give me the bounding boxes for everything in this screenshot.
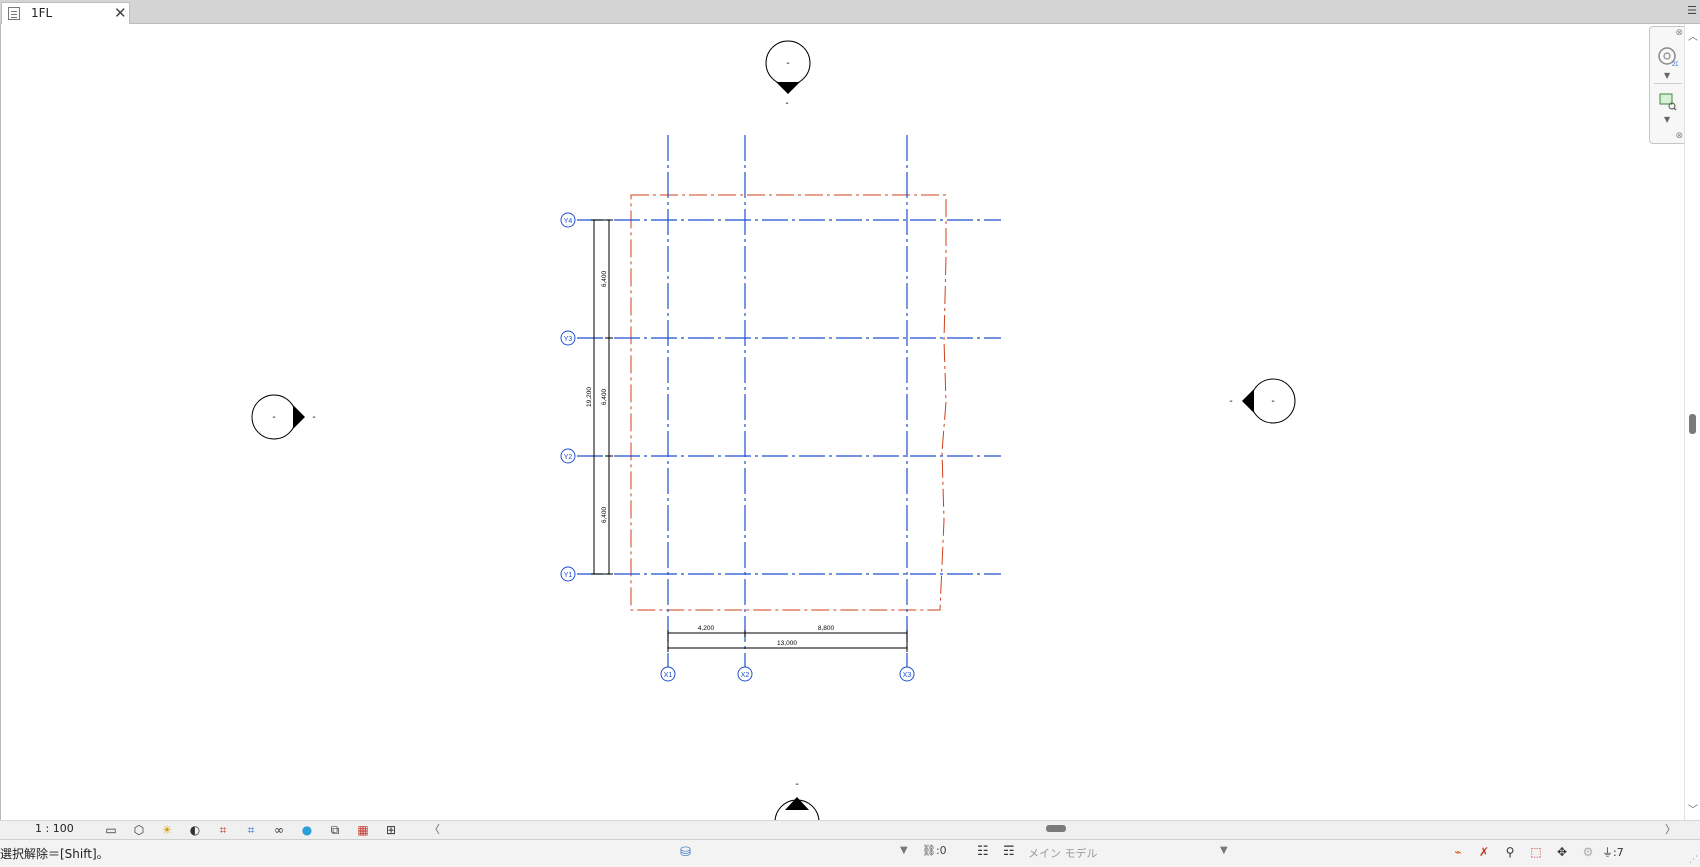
select-by-face-icon[interactable]: ⬚ — [1526, 843, 1546, 861]
scroll-right-icon[interactable]: 〉 — [1665, 821, 1676, 837]
grid-label-y3: Y3 — [564, 336, 573, 343]
vertical-scroll-thumb[interactable] — [1689, 414, 1696, 434]
status-bar: 選択解除＝[Shift]。 ⛁ ▼ ⛓:0 ☷ ☶ メイン モデル ▼ ⌁ ✗ … — [0, 839, 1700, 867]
scroll-left-icon[interactable]: 〈 — [429, 821, 440, 837]
grid-bubble-x1[interactable]: X1 — [660, 666, 676, 682]
dim-x-seg-1: 4,200 — [698, 625, 715, 632]
view-tab-1fl[interactable]: 1FL ✕ — [1, 2, 130, 24]
drag-elements-icon[interactable]: ✥ — [1552, 843, 1572, 861]
workset-dropdown-icon[interactable]: ▼ — [900, 845, 908, 856]
elev-north-label: - — [786, 58, 789, 69]
vertical-scrollbar[interactable]: ︿ ﹀ — [1684, 24, 1700, 822]
detail-level-icon[interactable]: ▭ — [100, 821, 122, 839]
filter-count: :7 — [1613, 846, 1624, 859]
elevation-marker-south[interactable]: - — [774, 779, 820, 822]
background-process-icon: ⚙ — [1582, 845, 1594, 859]
analytical-model-icon[interactable]: ▦ — [352, 821, 374, 839]
elev-west-sheet: - — [312, 412, 315, 423]
visual-style-icon[interactable]: ⬡ — [128, 821, 150, 839]
horizontal-scrollbar[interactable]: 〈 〉 — [425, 820, 1680, 838]
scroll-down-icon[interactable]: ﹀ — [1688, 801, 1698, 816]
view-tab-bar: 1FL ✕ ☰ — [0, 0, 1700, 24]
drawing-area[interactable]: Y4 Y3 Y2 Y1 X1 X2 X3 6,400 6,400 6,400 1… — [0, 24, 1700, 822]
elevation-marker-east[interactable]: - - — [1229, 378, 1296, 424]
select-underlay-icon[interactable]: ✗ — [1474, 843, 1494, 861]
worksharing-icon[interactable]: ⛁ — [680, 845, 691, 860]
grid-label-y4: Y4 — [564, 218, 573, 225]
crop-region-visibility-icon[interactable]: ⌗ — [240, 821, 262, 839]
design-options-icon[interactable]: ☷ — [977, 844, 989, 859]
elev-east-label: - — [1271, 396, 1274, 407]
dimension-horizontal[interactable]: 4,200 8,800 13,000 — [667, 625, 908, 652]
grid-bubble-y2[interactable]: Y2 — [560, 448, 576, 464]
crop-region[interactable] — [630, 194, 947, 611]
filter-icon[interactable]: ⏚:7 — [1602, 844, 1624, 860]
temporary-hide-icon[interactable]: ∞ — [268, 821, 290, 839]
elev-west-label: - — [272, 412, 275, 423]
grid-label-x1: X1 — [664, 672, 673, 679]
dim-y-seg-1: 6,400 — [601, 270, 608, 287]
temporary-view-properties-icon[interactable]: ⧉ — [324, 821, 346, 839]
select-links-icon[interactable]: ⌁ — [1448, 843, 1468, 861]
dimension-vertical[interactable]: 6,400 6,400 6,400 19,200 — [586, 219, 613, 575]
link-count: :0 — [935, 844, 947, 857]
crop-view-icon[interactable]: ⌗ — [212, 821, 234, 839]
dim-y-seg-3: 6,400 — [601, 506, 608, 523]
sun-path-icon[interactable]: ☀ — [156, 821, 178, 839]
zoom-dropdown-icon[interactable]: ▼ — [1664, 115, 1670, 124]
grid-label-x3: X3 — [903, 672, 912, 679]
close-icon[interactable]: ✕ — [114, 4, 127, 22]
grid-label-y2: Y2 — [564, 454, 573, 461]
navbar-options-icon[interactable]: ⊗ — [1675, 131, 1683, 141]
constraints-icon[interactable]: ⊞ — [380, 821, 402, 839]
shadows-icon[interactable]: ◐ — [184, 821, 206, 839]
wheel-dropdown-icon[interactable]: ▼ — [1664, 71, 1670, 80]
floor-plan-icon — [8, 7, 20, 20]
navbar-divider — [1654, 83, 1682, 84]
resize-grip-icon: ⋰ — [1689, 855, 1698, 865]
zoom-region-icon[interactable] — [1659, 93, 1677, 111]
status-message: 選択解除＝[Shift]。 — [0, 847, 109, 861]
reveal-hidden-icon[interactable]: ● — [296, 821, 318, 839]
dim-x-seg-2: 8,800 — [818, 625, 835, 632]
grid-bubble-x2[interactable]: X2 — [737, 666, 753, 682]
elevation-marker-north[interactable]: - - — [765, 40, 811, 109]
grid-label-y1: Y1 — [564, 572, 573, 579]
design-option-dropdown-icon[interactable]: ▼ — [1220, 845, 1228, 856]
tab-label: 1FL — [31, 6, 53, 20]
dim-y-total: 19,200 — [586, 387, 593, 407]
scroll-up-icon[interactable]: ︿ — [1688, 28, 1698, 43]
horizontal-scroll-thumb[interactable] — [1046, 825, 1066, 832]
tab-menu-icon[interactable]: ☰ — [1687, 4, 1697, 17]
view-scale[interactable]: 1 : 100 — [35, 822, 74, 835]
floor-plan-drawing: Y4 Y3 Y2 Y1 X1 X2 X3 6,400 6,400 6,400 1… — [251, 40, 1296, 822]
navbar-close-icon[interactable]: ⊗ — [1675, 28, 1683, 38]
grid-bubble-y3[interactable]: Y3 — [560, 330, 576, 346]
elev-south-sheet: - — [795, 779, 798, 790]
navigation-bar: ⊗ 2D ▼ ▼ ⊗ — [1649, 26, 1687, 144]
grid-label-x2: X2 — [741, 672, 750, 679]
select-pinned-icon[interactable]: ⚲ — [1500, 843, 1520, 861]
elevation-marker-west[interactable]: - - — [251, 394, 316, 440]
elev-east-sheet: - — [1229, 396, 1232, 407]
grid-bubble-y1[interactable]: Y1 — [560, 566, 576, 582]
dim-y-seg-2: 6,400 — [601, 388, 608, 405]
grid-bubble-y4[interactable]: Y4 — [560, 212, 576, 228]
editable-only-count[interactable]: ⛓:0 — [922, 844, 947, 857]
dim-x-total: 13,000 — [777, 640, 797, 647]
grid-bubble-x3[interactable]: X3 — [899, 666, 915, 682]
elev-north-sheet: - — [785, 98, 788, 109]
steering-wheel-icon[interactable]: 2D — [1658, 47, 1678, 67]
active-design-option[interactable]: メイン モデル — [1028, 845, 1098, 861]
design-options-list-icon[interactable]: ☶ — [1003, 844, 1015, 859]
svg-text:2D: 2D — [1672, 62, 1678, 67]
